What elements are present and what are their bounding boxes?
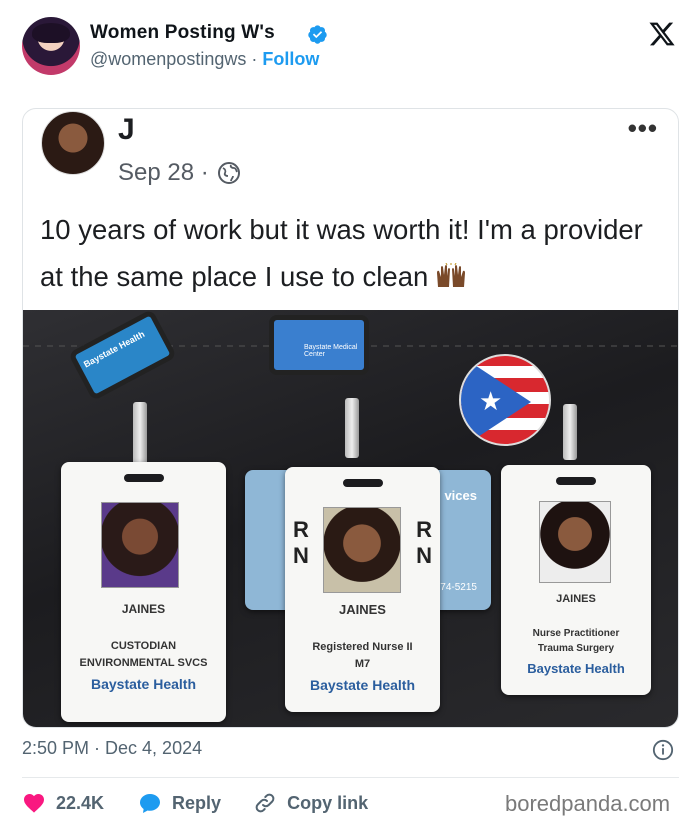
reel-center-label: Baystate Medical Center — [304, 344, 358, 358]
poster-avatar — [41, 111, 105, 175]
custodian-badge: JAINES CUSTODIAN ENVIRONMENTAL SVCS Bays… — [61, 462, 226, 722]
badge-photo — [323, 507, 401, 593]
rn-tag-right-top: R — [416, 517, 432, 542]
badge-slot — [342, 479, 383, 487]
verified-badge-icon — [308, 25, 327, 44]
globe-icon — [217, 162, 240, 184]
rn-tag-left-bottom: N — [293, 543, 309, 568]
reply-label: Reply — [172, 792, 222, 813]
link-icon — [255, 793, 275, 813]
badge-brand: Baystate Health — [309, 677, 416, 693]
badge-slot — [556, 477, 596, 485]
embedded-facebook-post[interactable]: J Sep 28 · ••• 10 years of work but it w… — [22, 108, 679, 728]
badge-clip-right — [563, 404, 577, 460]
registered-nurse-badge: R N R N JAINES Registered Nurse II M7 Ba… — [285, 467, 440, 712]
puerto-rico-flag-pin: ★ — [459, 354, 551, 446]
badge-role-1: Registered Nurse II — [312, 641, 413, 653]
like-count: 22.4K — [56, 792, 105, 813]
author-handle-line: @womenpostingws · Follow — [90, 49, 319, 70]
badge-brand: Baystate Health — [527, 661, 625, 676]
nurse-practitioner-badge: JAINES Nurse Practitioner Trauma Surgery… — [501, 465, 651, 695]
badge-name: JAINES — [339, 602, 386, 617]
badge-reel-left: Baystate Health — [67, 310, 178, 402]
badge-photo — [101, 502, 179, 588]
badge-reel-center: Baystate Medical Center — [269, 315, 369, 375]
badge-clip-center — [345, 398, 359, 458]
badge-role-2: M7 — [354, 658, 371, 670]
badge-role-2: ENVIRONMENTAL SVCS — [79, 657, 208, 669]
services-card-label: vices — [444, 488, 477, 503]
post-date: Sep 28 · — [118, 159, 241, 187]
reply-button[interactable]: Reply — [138, 791, 221, 815]
services-card-phone: 74-5215 — [440, 582, 477, 593]
action-bar: 22.4K Reply Copy link — [22, 789, 368, 817]
follow-button[interactable]: Follow — [262, 49, 319, 69]
separator-dot: · — [251, 49, 258, 69]
rn-tag-left-top: R — [293, 517, 309, 542]
post-header: Women Posting W's @womenpostingws · Foll… — [0, 0, 700, 100]
post-timestamp[interactable]: 2:50 PM · Dec 4, 2024 — [22, 738, 202, 759]
raised-hands-icon — [437, 263, 466, 287]
badge-slot — [123, 474, 164, 482]
copy-link-label: Copy link — [287, 792, 369, 813]
author-avatar[interactable] — [22, 17, 80, 75]
badge-role-2: Trauma Surgery — [537, 643, 615, 654]
more-dots-icon: ••• — [627, 113, 658, 143]
poster-name: J — [118, 113, 135, 146]
post-photo[interactable]: Baystate Health Baystate Medical Center … — [23, 310, 678, 727]
badge-photo — [539, 501, 611, 583]
post-text: 10 years of work but it was worth it! I'… — [40, 206, 660, 300]
like-button[interactable]: 22.4K — [22, 791, 104, 815]
badge-role-1: CUSTODIAN — [110, 640, 177, 652]
copy-link-button[interactable]: Copy link — [253, 791, 368, 815]
rn-tag-right-bottom: N — [416, 543, 432, 568]
x-logo-icon[interactable] — [648, 20, 676, 48]
badge-brand: Baystate Health — [90, 676, 197, 692]
post-date-text: Sep 28 · — [118, 159, 209, 186]
divider — [22, 777, 679, 778]
reel-left-label: Baystate Health — [81, 329, 147, 370]
badge-clip-left — [133, 402, 147, 470]
author-display-name[interactable]: Women Posting W's — [90, 22, 275, 44]
badge-name: JAINES — [556, 593, 596, 605]
heart-icon — [24, 794, 44, 813]
watermark: boredpanda.com — [505, 791, 671, 816]
reply-bubble-icon — [140, 794, 161, 813]
post-text-body: 10 years of work but it was worth it! I'… — [40, 214, 643, 292]
author-handle[interactable]: @womenpostingws — [90, 49, 246, 69]
info-icon[interactable] — [652, 739, 674, 761]
badge-name: JAINES — [121, 602, 166, 616]
